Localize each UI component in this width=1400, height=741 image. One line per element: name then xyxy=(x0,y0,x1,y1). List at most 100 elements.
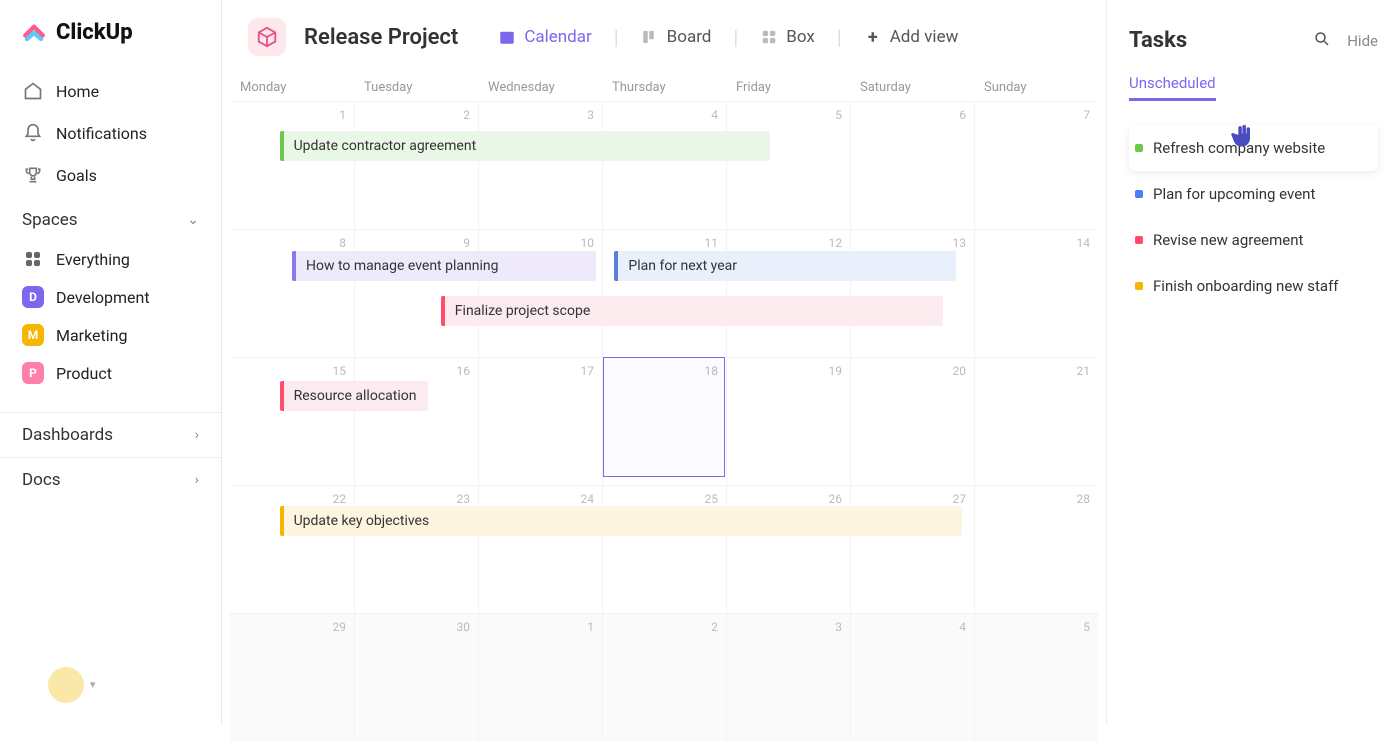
logo-icon xyxy=(20,18,48,46)
event-finalize-scope[interactable]: Finalize project scope xyxy=(441,296,943,326)
date: 11 xyxy=(705,236,719,250)
tasks-panel: Tasks Hide Unscheduled Refresh company w… xyxy=(1106,0,1400,725)
nav-notifications[interactable]: Notifications xyxy=(16,112,205,154)
space-everything[interactable]: Everything xyxy=(0,240,221,278)
view-calendar[interactable]: Calendar xyxy=(494,21,595,53)
main-area: Release Project Calendar | Board | Box |… xyxy=(222,0,1106,725)
event-update-contractor[interactable]: Update contractor agreement xyxy=(280,131,770,161)
weekday: Wednesday xyxy=(478,80,602,95)
trophy-icon xyxy=(22,164,44,186)
calendar: Monday Tuesday Wednesday Thursday Friday… xyxy=(222,74,1106,741)
project-icon[interactable] xyxy=(248,18,286,56)
event-label: How to manage event planning xyxy=(306,258,498,274)
date: 28 xyxy=(1077,492,1091,506)
unscheduled-tab[interactable]: Unscheduled xyxy=(1129,74,1216,101)
task-label: Plan for upcoming event xyxy=(1153,185,1315,203)
event-label: Finalize project scope xyxy=(455,303,590,319)
space-product[interactable]: P Product xyxy=(0,354,221,392)
spaces-label: Spaces xyxy=(22,210,78,230)
task-label: Refresh company website xyxy=(1153,139,1325,157)
date: 8 xyxy=(339,236,346,250)
dashboards-section[interactable]: Dashboards › xyxy=(0,412,221,457)
date: 1 xyxy=(339,108,346,122)
user-avatar[interactable] xyxy=(48,667,84,703)
date: 7 xyxy=(1083,108,1090,122)
date: 21 xyxy=(1077,364,1091,378)
docs-section[interactable]: Docs › xyxy=(0,457,221,502)
hide-button[interactable]: Hide xyxy=(1347,32,1378,50)
event-event-planning[interactable]: How to manage event planning xyxy=(292,251,596,281)
task-color xyxy=(1135,282,1143,290)
everything-icon xyxy=(22,248,44,270)
logo[interactable]: ClickUp xyxy=(0,18,221,70)
task-upcoming-event[interactable]: Plan for upcoming event xyxy=(1129,171,1378,217)
space-label: Development xyxy=(56,288,150,307)
date: 4 xyxy=(959,620,966,634)
date: 13 xyxy=(953,236,967,250)
task-label: Revise new agreement xyxy=(1153,231,1303,249)
date: 5 xyxy=(835,108,842,122)
date: 10 xyxy=(581,236,595,250)
date: 26 xyxy=(829,492,843,506)
event-key-objectives[interactable]: Update key objectives xyxy=(280,506,962,536)
weekday: Saturday xyxy=(850,80,974,95)
date: 20 xyxy=(953,364,967,378)
event-label: Update key objectives xyxy=(294,513,430,529)
space-badge: D xyxy=(22,286,44,308)
separator: | xyxy=(733,25,738,49)
task-refresh-website[interactable]: Refresh company website xyxy=(1129,125,1378,171)
add-view[interactable]: + Add view xyxy=(860,21,963,53)
date: 1 xyxy=(587,620,594,634)
weekday: Monday xyxy=(230,80,354,95)
date: 9 xyxy=(463,236,470,250)
date: 25 xyxy=(705,492,719,506)
weekday-header: Monday Tuesday Wednesday Thursday Friday… xyxy=(230,74,1098,101)
date: 2 xyxy=(463,108,470,122)
date: 24 xyxy=(581,492,595,506)
spaces-header[interactable]: Spaces ⌄ xyxy=(0,196,221,240)
view-label: Add view xyxy=(890,27,959,47)
box-icon xyxy=(760,28,778,46)
date: 19 xyxy=(829,364,843,378)
task-revise-agreement[interactable]: Revise new agreement xyxy=(1129,217,1378,263)
project-title: Release Project xyxy=(304,25,458,50)
space-marketing[interactable]: M Marketing xyxy=(0,316,221,354)
plus-icon: + xyxy=(864,28,882,46)
sidebar: ClickUp Home Notifications Goals Spaces … xyxy=(0,0,222,725)
bell-icon xyxy=(22,122,44,144)
view-label: Calendar xyxy=(524,27,591,47)
weekday: Friday xyxy=(726,80,850,95)
avatar-menu-caret[interactable]: ▾ xyxy=(90,678,96,691)
event-resource-allocation[interactable]: Resource allocation xyxy=(280,381,429,411)
space-label: Marketing xyxy=(56,326,127,345)
search-icon[interactable] xyxy=(1313,30,1331,52)
date: 5 xyxy=(1083,620,1090,634)
task-label: Finish onboarding new staff xyxy=(1153,277,1339,295)
date: 27 xyxy=(953,492,967,506)
calendar-grid[interactable]: 1 2 3 4 5 6 7 8 9 10 11 12 13 14 15 16 1… xyxy=(230,101,1098,741)
date: 22 xyxy=(333,492,347,506)
home-icon xyxy=(22,80,44,102)
view-board[interactable]: Board xyxy=(637,21,716,53)
drop-target xyxy=(603,357,725,477)
date: 17 xyxy=(581,364,595,378)
space-label: Everything xyxy=(56,250,130,269)
task-onboarding-staff[interactable]: Finish onboarding new staff xyxy=(1129,263,1378,309)
chevron-down-icon: ⌄ xyxy=(187,212,199,228)
nav-home[interactable]: Home xyxy=(16,70,205,112)
nav-label: Notifications xyxy=(56,124,147,143)
space-development[interactable]: D Development xyxy=(0,278,221,316)
task-color xyxy=(1135,190,1143,198)
date: 15 xyxy=(333,364,347,378)
date: 2 xyxy=(711,620,718,634)
task-color xyxy=(1135,144,1143,152)
nav-goals[interactable]: Goals xyxy=(16,154,205,196)
event-next-year[interactable]: Plan for next year xyxy=(614,251,955,281)
space-badge: P xyxy=(22,362,44,384)
view-box[interactable]: Box xyxy=(756,21,819,53)
nav-label: Goals xyxy=(56,166,97,185)
topbar: Release Project Calendar | Board | Box |… xyxy=(222,0,1106,74)
date: 12 xyxy=(829,236,843,250)
calendar-icon xyxy=(498,28,516,46)
separator: | xyxy=(837,25,842,49)
